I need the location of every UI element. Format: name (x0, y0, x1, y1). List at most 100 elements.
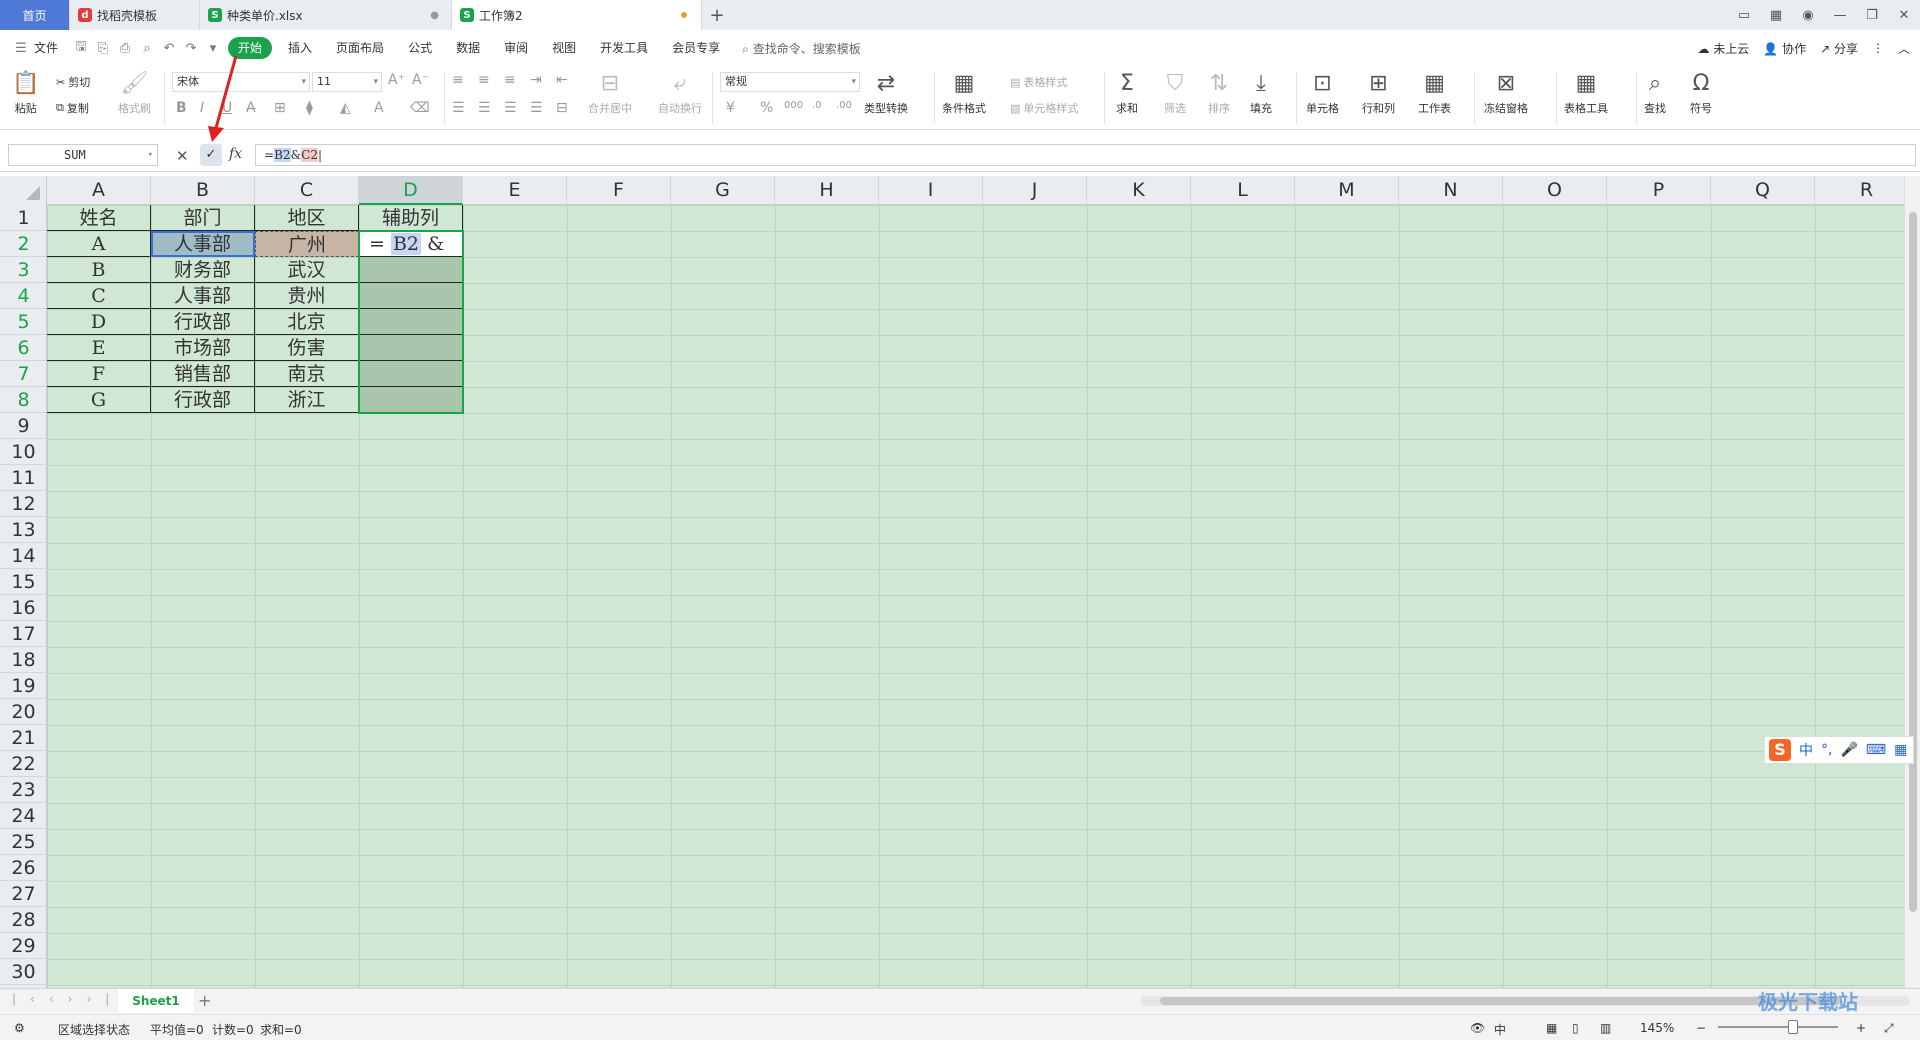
table-cell[interactable]: 南京 (255, 361, 359, 387)
cloud-button[interactable]: ☁ 未上云 (1697, 40, 1749, 57)
vertical-scroll-thumb[interactable] (1909, 212, 1917, 912)
align-right-icon[interactable]: ☰ (504, 100, 517, 116)
zoom-level[interactable]: 145% (1640, 1021, 1674, 1035)
cell-area[interactable]: 姓名部门地区辅助列A人事部广州= B2 & C2B财务部武汉C人事部贵州D行政部… (47, 205, 1904, 988)
tab-price-file[interactable]: S 种类单价.xlsx ● (200, 0, 452, 30)
table-cell[interactable]: D (47, 309, 151, 335)
vertical-scrollbar[interactable] (1904, 176, 1920, 988)
cell-style-button[interactable]: ▧ 单元格样式 (1010, 100, 1078, 116)
column-header[interactable]: C (255, 176, 359, 205)
preview-icon[interactable]: ⌕ (136, 41, 158, 56)
justify-icon[interactable]: ☰ (530, 100, 543, 116)
thousands-icon[interactable]: 000 (784, 100, 803, 111)
table-cell[interactable]: G (47, 387, 151, 413)
page-break-icon[interactable]: ▥ (1600, 1021, 1611, 1035)
column-header[interactable]: O (1503, 176, 1607, 205)
align-bottom-icon[interactable]: ≡ (504, 72, 516, 88)
fullscreen-icon[interactable]: ⤢ (1884, 1021, 1894, 1036)
table-cell[interactable]: 人事部 (151, 283, 255, 309)
indent-icon[interactable]: ⇥ (530, 72, 542, 88)
column-header[interactable]: K (1087, 176, 1191, 205)
row-header[interactable]: 27 (0, 881, 47, 907)
copy-button[interactable]: ⧉ 复制 (56, 100, 89, 116)
undo-icon[interactable]: ↶ (158, 41, 180, 56)
formula-input[interactable]: =B2&C2| (255, 144, 1916, 166)
macro-icon[interactable]: ⚙ (14, 1021, 25, 1035)
table-cell[interactable]: 地区 (255, 205, 359, 231)
row-header[interactable]: 5 (0, 309, 47, 335)
row-header[interactable]: 7 (0, 361, 47, 387)
table-cell[interactable]: 北京 (255, 309, 359, 335)
file-menu[interactable]: 文件 (32, 37, 70, 59)
conditional-format-button[interactable]: ▦ 条件格式 (942, 70, 986, 116)
eraser-icon[interactable]: ⌫ (410, 100, 430, 116)
table-cell[interactable]: A (47, 231, 151, 257)
table-cell[interactable]: 市场部 (151, 335, 255, 361)
restore-button[interactable]: ❐ (1856, 8, 1888, 23)
column-header[interactable]: L (1191, 176, 1295, 205)
format-painter-button[interactable]: 🖌 格式刷 (118, 70, 151, 116)
confirm-check-icon[interactable]: ✓ (200, 144, 222, 166)
table-cell[interactable]: 姓名 (47, 205, 151, 231)
row-header[interactable]: 1 (0, 205, 47, 231)
column-header[interactable]: J (983, 176, 1087, 205)
table-cell[interactable]: 辅助列 (359, 205, 463, 231)
row-header[interactable]: 13 (0, 517, 47, 543)
table-cell[interactable]: 部门 (151, 205, 255, 231)
input-mode[interactable]: 中 (1494, 1021, 1506, 1038)
outdent-icon[interactable]: ⇤ (556, 72, 568, 88)
apps-grid-icon[interactable]: ▦ (1760, 8, 1792, 23)
zoom-slider[interactable] (1718, 1020, 1848, 1034)
menu-view[interactable]: 视图 (540, 37, 588, 59)
row-header[interactable]: 28 (0, 907, 47, 933)
tab-workbook2[interactable]: S 工作簿2 (452, 0, 702, 30)
border-icon[interactable]: ⊞ (274, 100, 286, 116)
menu-insert[interactable]: 插入 (276, 37, 324, 59)
row-header[interactable]: 20 (0, 699, 47, 725)
sheet-nav-icon[interactable]: |‹‹››| (12, 992, 123, 1006)
command-search[interactable]: ⌕ 查找命令、搜索模板 (742, 40, 861, 57)
table-cell[interactable]: C (47, 283, 151, 309)
row-header[interactable]: 12 (0, 491, 47, 517)
avatar[interactable]: ◉ (1792, 8, 1824, 23)
ime-mode[interactable]: 中 (1799, 740, 1813, 760)
fill-button[interactable]: ⤓ 填充 (1250, 70, 1272, 116)
table-cell[interactable]: 行政部 (151, 309, 255, 335)
export-icon[interactable]: ⎘ (92, 41, 114, 56)
keyboard-icon[interactable]: ⌨ (1866, 742, 1886, 758)
row-header[interactable]: 26 (0, 855, 47, 881)
row-header[interactable]: 17 (0, 621, 47, 647)
menu-member[interactable]: 会员专享 (660, 37, 732, 59)
sum-button[interactable]: Σ 求和 (1116, 70, 1138, 116)
row-header[interactable]: 6 (0, 335, 47, 361)
name-box[interactable]: SUM ▾ (8, 144, 158, 166)
redo-icon[interactable]: ↷ (180, 41, 202, 56)
row-header[interactable]: 16 (0, 595, 47, 621)
worksheet-button[interactable]: ▦ 工作表 (1418, 70, 1451, 116)
find-button[interactable]: ⌕ 查找 (1644, 70, 1666, 116)
table-cell[interactable]: 伤害 (255, 335, 359, 361)
tab-template[interactable]: d 找稻壳模板 (70, 0, 200, 30)
layout-icon[interactable]: ▭ (1728, 8, 1760, 23)
row-header[interactable]: 19 (0, 673, 47, 699)
italic-icon[interactable]: I (200, 100, 204, 116)
table-cell[interactable]: F (47, 361, 151, 387)
apps-icon[interactable]: ▦ (1894, 742, 1907, 758)
collapse-ribbon-icon[interactable]: ︿ (1898, 40, 1910, 57)
ime-toolbar[interactable]: S 中 °, 🎤 ⌨ ▦ (1764, 736, 1914, 764)
minimize-button[interactable]: — (1824, 8, 1856, 23)
align-center-icon[interactable]: ☰ (478, 100, 491, 116)
strikethrough-icon[interactable]: A̶ (246, 100, 256, 116)
column-header[interactable]: M (1295, 176, 1399, 205)
sheet-tab[interactable]: Sheet1 (118, 989, 194, 1013)
eye-icon[interactable]: 👁 (1470, 1021, 1485, 1035)
table-cell[interactable]: 人事部 (151, 231, 255, 257)
print-icon[interactable]: ⎙ (114, 41, 136, 56)
row-header[interactable]: 2 (0, 231, 47, 257)
menu-review[interactable]: 审阅 (492, 37, 540, 59)
normal-view-icon[interactable]: ▦ (1546, 1021, 1557, 1035)
increase-decimal-icon[interactable]: .0 (812, 100, 822, 111)
menu-formula[interactable]: 公式 (396, 37, 444, 59)
table-tools-button[interactable]: ▦ 表格工具 (1564, 70, 1608, 116)
distribute-icon[interactable]: ⊟ (556, 100, 568, 116)
